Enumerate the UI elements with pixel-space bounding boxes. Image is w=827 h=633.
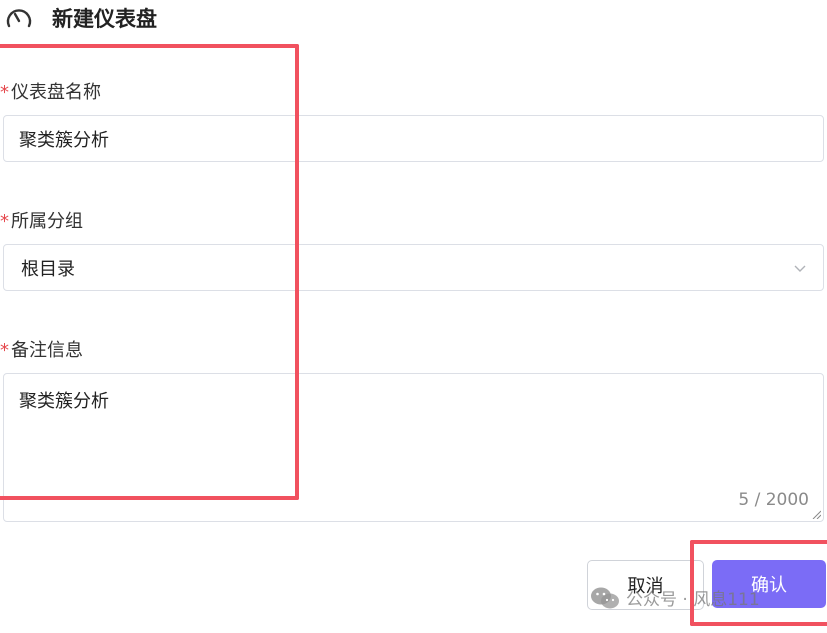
cancel-button[interactable]: 取消	[587, 560, 704, 610]
confirm-highlight-box	[690, 540, 827, 626]
dialog-title: 新建仪表盘	[52, 7, 157, 31]
resize-handle-icon[interactable]	[811, 509, 821, 519]
dialog-header: 新建仪表盘	[4, 2, 157, 34]
form-highlight-box	[0, 44, 299, 500]
chevron-down-icon	[794, 265, 806, 272]
character-counter: 5 / 2000	[738, 490, 809, 510]
dashboard-gauge-icon	[6, 9, 32, 28]
